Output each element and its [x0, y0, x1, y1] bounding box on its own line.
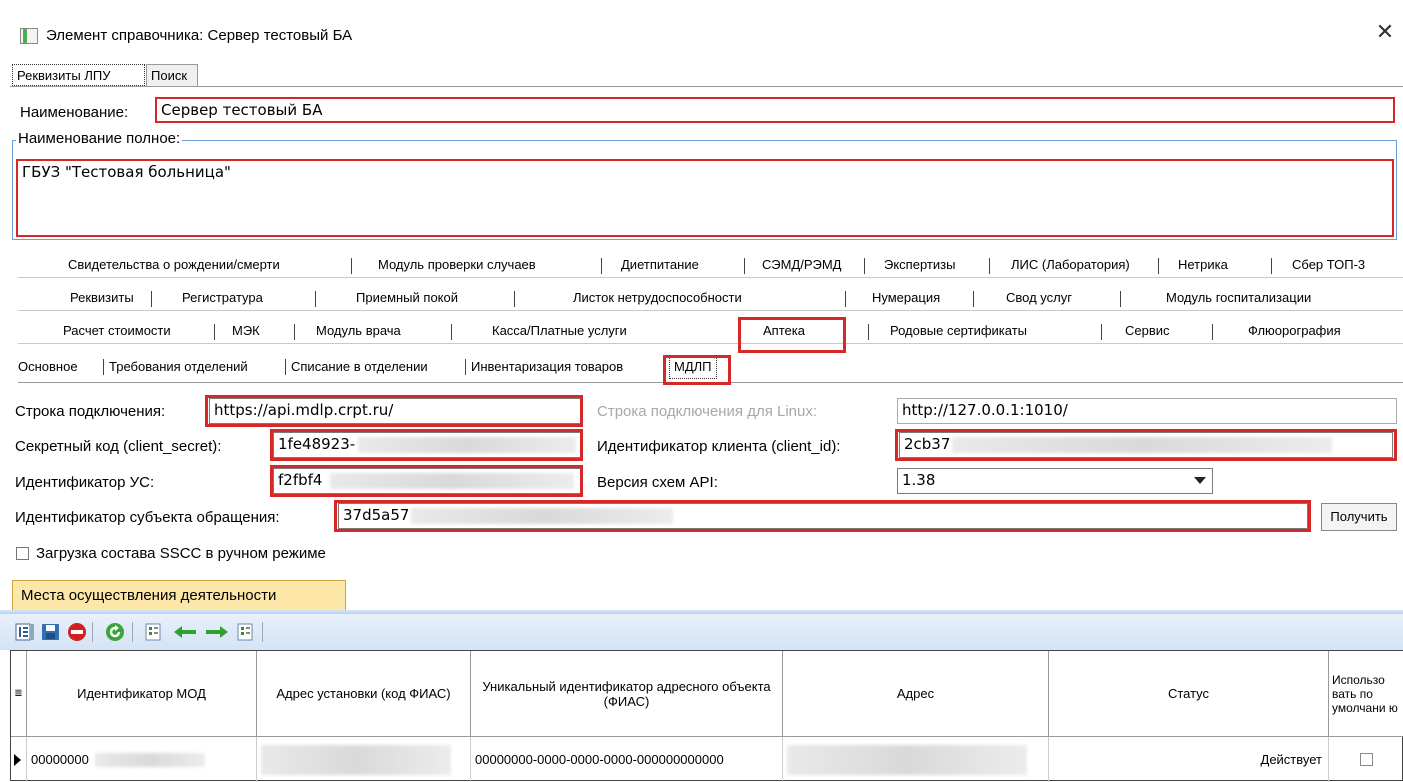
title-bar: Элемент справочника: Сервер тестовый БА … — [0, 0, 1403, 66]
highlight-mdlp — [663, 355, 731, 385]
tab-svod-uslug[interactable]: Свод услуг — [1006, 290, 1072, 305]
toolbar — [0, 614, 1403, 650]
header-mod-id[interactable]: Идентификатор МОД — [27, 651, 257, 737]
delete-icon[interactable] — [66, 622, 88, 642]
tab-numeratsiya[interactable]: Нумерация — [872, 290, 940, 305]
cell-status[interactable]: Действует — [1049, 737, 1329, 782]
full-name-textarea[interactable]: ГБУЗ "Тестовая больница" — [16, 159, 1394, 237]
get-button[interactable]: Получить — [1321, 503, 1397, 531]
subtab-spisanie[interactable]: Списание в отделении — [291, 355, 428, 374]
api-select[interactable]: 1.38 — [897, 468, 1213, 494]
sscc-label: Загрузка состава SSCC в ручном режиме — [36, 545, 326, 562]
row-pointer-icon — [14, 753, 21, 766]
tab-registratura[interactable]: Регистратура — [182, 290, 263, 305]
tab-modul-proverki[interactable]: Модуль проверки случаев — [378, 257, 536, 272]
row-pointer[interactable] — [11, 737, 27, 782]
tab-sber-top3[interactable]: Сбер ТОП-3 — [1292, 257, 1365, 272]
highlight-apteka — [738, 317, 846, 353]
row-indicator-header[interactable]: ≣ — [11, 651, 27, 737]
api-label: Версия схем API: — [597, 474, 718, 491]
save-icon[interactable] — [40, 622, 62, 642]
tab-row-2: Реквизиты Регистратура Приемный покой Ли… — [18, 287, 1403, 311]
tab-listok[interactable]: Листок нетрудоспособности — [573, 290, 742, 305]
secret-label: Секретный код (client_secret): — [15, 438, 222, 455]
subtab-osnovnoe[interactable]: Основное — [18, 355, 78, 374]
grid-export-icon[interactable] — [236, 622, 258, 642]
arrow-left-icon[interactable] — [172, 622, 196, 642]
places-tab[interactable]: Места осуществления деятельности — [12, 580, 346, 612]
header-fias-uid[interactable]: Уникальный идентификатор адресного объек… — [471, 651, 783, 737]
header-default[interactable]: Использо вать по умолчани ю — [1329, 651, 1403, 737]
refresh-icon[interactable] — [104, 622, 126, 642]
tab-modul-vracha[interactable]: Модуль врача — [316, 323, 401, 338]
chevron-down-icon[interactable] — [1194, 477, 1206, 484]
redacted-address — [787, 744, 1027, 775]
grid-edit-icon[interactable] — [14, 622, 36, 642]
tab-dietpitanie[interactable]: Диетпитание — [621, 257, 699, 272]
tab-kassa[interactable]: Касса/Платные услуги — [492, 323, 627, 338]
places-grid: ≣ Идентификатор МОД Адрес установки (код… — [10, 650, 1403, 782]
highlight-us — [270, 465, 583, 497]
mod-id-value: 00000000 — [31, 752, 89, 767]
tab-raschet-stoimosti[interactable]: Расчет стоимости — [63, 323, 171, 338]
tab-row-1: Свидетельства о рождении/смерти Модуль п… — [18, 254, 1403, 278]
list-icon: ≣ — [14, 688, 23, 699]
toolbar-separator — [132, 622, 133, 642]
cell-address[interactable] — [783, 737, 1049, 782]
tab-flyuorografiya[interactable]: Флюорография — [1248, 323, 1341, 338]
subtab-trebovaniya[interactable]: Требования отделений — [109, 355, 248, 374]
tab-priemny-pokoy[interactable]: Приемный покой — [356, 290, 458, 305]
arrow-right-icon[interactable] — [204, 622, 228, 642]
tab-lis[interactable]: ЛИС (Лаборатория) — [1011, 257, 1130, 272]
linux-input[interactable]: http://127.0.0.1:1010/ — [897, 398, 1397, 424]
highlight-client — [895, 429, 1397, 461]
full-name-label: Наименование полное: — [16, 130, 183, 147]
divider — [10, 86, 1403, 87]
cell-fias-code[interactable] — [257, 737, 471, 782]
sscc-checkbox[interactable] — [16, 547, 29, 560]
toolbar-separator — [262, 622, 263, 642]
name-label: Наименование: — [20, 104, 129, 121]
subject-label: Идентификатор субъекта обращения: — [15, 509, 280, 526]
header-address[interactable]: Адрес — [783, 651, 1049, 737]
grid-columns-icon[interactable] — [144, 622, 166, 642]
tab-mek[interactable]: МЭК — [232, 323, 260, 338]
tab-poisk[interactable]: Поиск — [146, 64, 198, 86]
default-checkbox[interactable] — [1360, 753, 1373, 766]
tab-netrika[interactable]: Нетрика — [1178, 257, 1228, 272]
tab-rekvizity-lpu[interactable]: Реквизиты ЛПУ — [12, 64, 145, 86]
redacted-mod-id — [94, 752, 205, 767]
header-status[interactable]: Статус — [1049, 651, 1329, 737]
window-title: Элемент справочника: Сервер тестовый БА — [46, 27, 353, 44]
cell-mod-id[interactable]: 00000000 — [27, 737, 257, 782]
tab-rekvizity[interactable]: Реквизиты — [70, 290, 134, 305]
header-fias-code[interactable]: Адрес установки (код ФИАС) — [257, 651, 471, 737]
tab-rodovye-sertifikaty[interactable]: Родовые сертификаты — [890, 323, 1027, 338]
name-input[interactable]: Сервер тестовый БА — [155, 97, 1395, 123]
cell-default[interactable] — [1329, 737, 1403, 782]
redacted-fias-code — [261, 744, 451, 775]
highlight-conn — [205, 395, 583, 427]
highlight-secret — [270, 429, 583, 461]
us-label: Идентификатор УС: — [15, 474, 155, 491]
highlight-subject — [334, 500, 1311, 532]
tab-svidetelstva[interactable]: Свидетельства о рождении/смерти — [68, 257, 280, 272]
toolbar-separator — [92, 622, 93, 642]
window-icon — [20, 28, 38, 44]
tab-ekspertizy[interactable]: Экспертизы — [884, 257, 955, 272]
api-value: 1.38 — [902, 471, 936, 489]
cell-fias-uid[interactable]: 00000000-0000-0000-0000-000000000000 — [471, 737, 783, 782]
subtab-inventarizatsiya[interactable]: Инвентаризация товаров — [471, 355, 623, 374]
tab-row-3: Расчет стоимости МЭК Модуль врача Касса/… — [18, 320, 1403, 344]
conn-label: Строка подключения: — [15, 403, 166, 420]
client-label: Идентификатор клиента (client_id): — [597, 438, 841, 455]
tab-modul-gospitalizatsii[interactable]: Модуль госпитализации — [1166, 290, 1311, 305]
tab-semd[interactable]: СЭМД/РЭМД — [762, 257, 841, 272]
tab-servis[interactable]: Сервис — [1125, 323, 1170, 338]
close-icon[interactable]: ✕ — [1373, 20, 1397, 44]
linux-label: Строка подключения для Linux: — [597, 403, 818, 420]
